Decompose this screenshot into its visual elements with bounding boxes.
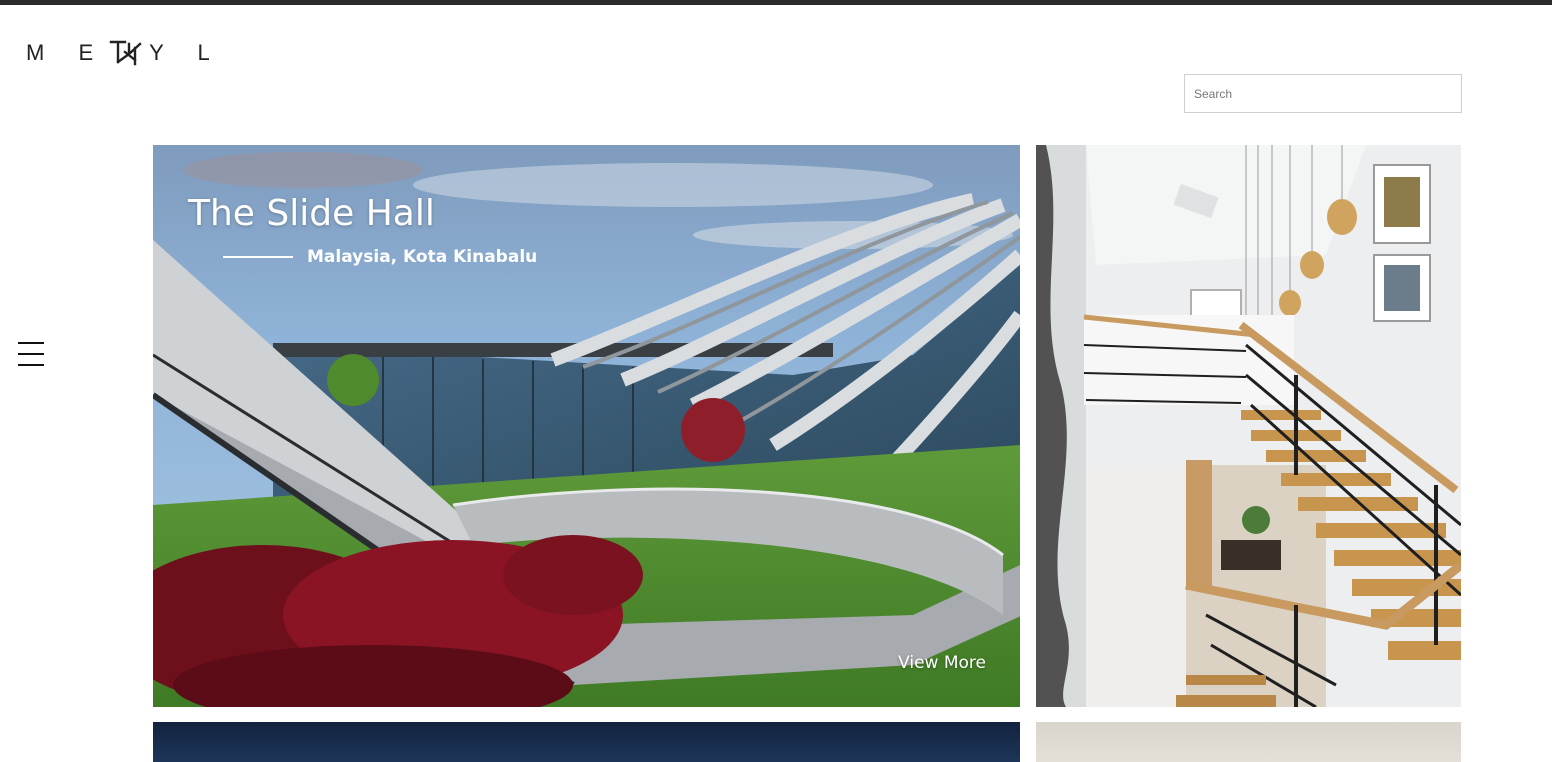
project-card-staircase[interactable]: [1036, 145, 1461, 707]
view-more-link[interactable]: View More: [898, 653, 986, 673]
project-title: The Slide Hall: [188, 193, 435, 234]
project-card-night[interactable]: [153, 722, 1020, 762]
staircase-image: [1036, 145, 1461, 707]
logo-text-left: M E: [26, 40, 108, 65]
project-location: Malaysia, Kota Kinabalu: [307, 247, 538, 267]
hamburger-menu-icon[interactable]: [16, 339, 46, 369]
site-logo[interactable]: M E Y L: [26, 36, 224, 70]
title-divider: [223, 256, 293, 258]
featured-project-card[interactable]: The Slide Hall Malaysia, Kota Kinabalu V…: [153, 145, 1020, 707]
logo-text-right: Y L: [149, 40, 224, 65]
search-input[interactable]: [1184, 74, 1462, 113]
top-bar: [0, 0, 1552, 5]
logo-mark-icon: [109, 40, 142, 66]
project-card-neutral[interactable]: [1036, 722, 1461, 762]
